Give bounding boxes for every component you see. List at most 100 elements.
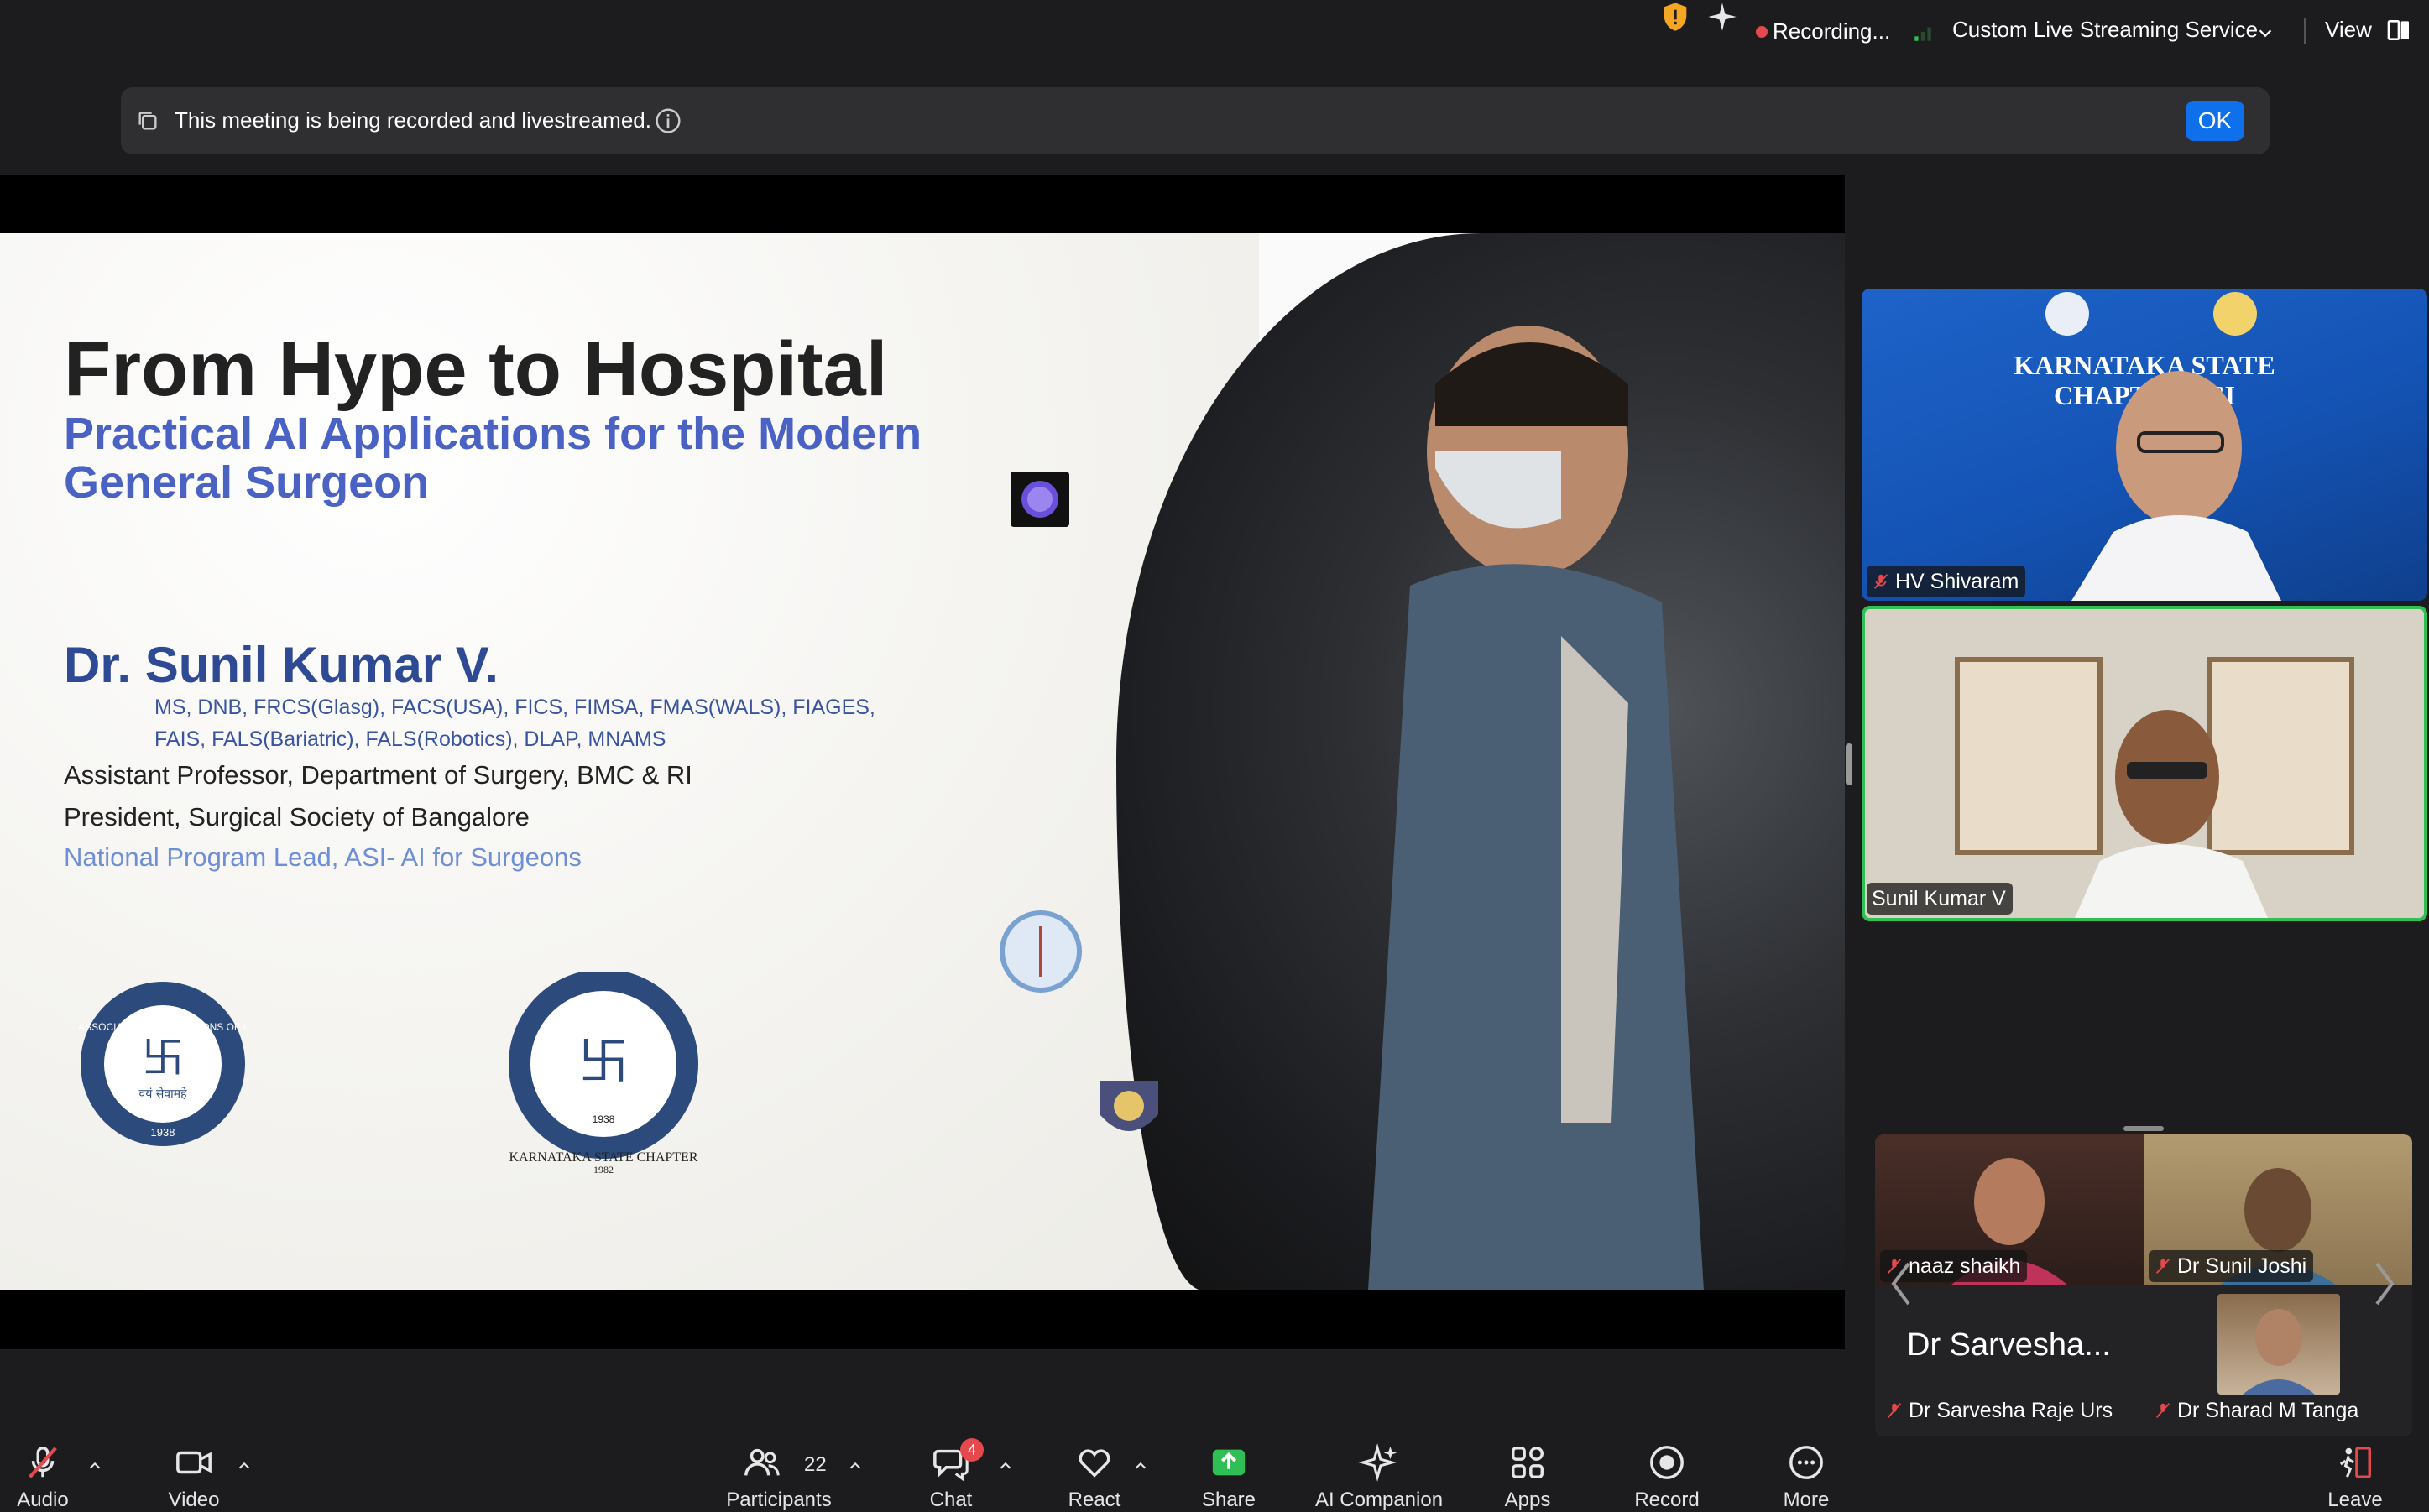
participant-avatar (2217, 1294, 2340, 1395)
participant-nametag: Dr Sharad M Tanga (2149, 1395, 2365, 1426)
participant-display-name: Dr Sarvesha... (1907, 1327, 2111, 1363)
chevron-up-icon[interactable] (996, 1457, 1015, 1475)
chevron-up-icon[interactable] (846, 1457, 865, 1475)
heart-icon (1079, 1449, 1110, 1478)
chevron-down-icon[interactable] (2256, 23, 2275, 42)
participant-nametag: Sunil Kumar V (1867, 883, 2013, 915)
participant-gallery-strip: naaz shaikh Dr Sunil Joshi Dr Sarvesha..… (1875, 1134, 2412, 1436)
ai-companion-icon (1358, 1443, 1397, 1482)
participant-nametag: HV Shivaram (1867, 566, 2026, 597)
orb-image (1011, 472, 1069, 527)
chevron-up-icon[interactable] (235, 1457, 253, 1475)
speaker-role-2: President, Surgical Society of Bangalore (64, 802, 530, 832)
chevron-up-icon[interactable] (86, 1457, 104, 1475)
asi-logo: THE ASSOCIATION OF SURGEONS OF INDIA 卐 व… (79, 982, 247, 1146)
apps-label: Apps (1504, 1489, 1551, 1511)
react-button[interactable]: React (1059, 1431, 1130, 1512)
chevron-left-icon[interactable] (1888, 1259, 1914, 1309)
ok-button[interactable]: OK (2186, 101, 2244, 141)
video-thumb-no-video[interactable]: Dr Sarvesha... Dr Sarvesha Raje Urs (1875, 1285, 2144, 1436)
participant-name: naaz shaikh (1909, 1254, 2021, 1278)
video-label: Video (168, 1489, 220, 1511)
recording-label[interactable]: Recording... (1773, 18, 1890, 44)
asi-karnataka-chapter: KARNATAKA STATE CHAPTER (509, 1150, 697, 1165)
participant-name: Sunil Kumar V (1872, 886, 2006, 910)
shared-screen[interactable]: From Hype to Hospital Practical AI Appli… (0, 175, 1845, 1349)
asi-karnataka-logo: 卐 1938 KARNATAKA STATE CHAPTER 1982 (509, 972, 698, 1173)
presentation-slide: From Hype to Hospital Practical AI Appli… (0, 233, 1845, 1290)
crest-logo (1100, 1081, 1158, 1131)
video-thumb[interactable]: naaz shaikh (1875, 1134, 2144, 1285)
more-label: More (1783, 1489, 1830, 1511)
svg-text:卐: 卐 (142, 1034, 184, 1082)
record-icon (1650, 1446, 1684, 1479)
video-button[interactable]: Video (159, 1431, 228, 1512)
info-icon[interactable] (655, 107, 682, 134)
ai-companion-label: AI Companion (1314, 1489, 1444, 1511)
share-label: Share (1201, 1489, 1256, 1511)
qualifications-line-1: MS, DNB, FRCS(Glasg), FACS(USA), FICS, F… (154, 696, 875, 719)
participants-label: Participants (726, 1489, 832, 1511)
audio-button[interactable]: Audio (8, 1431, 77, 1512)
more-button[interactable]: More (1771, 1431, 1841, 1512)
participant-name: HV Shivaram (1895, 569, 2019, 593)
recording-dot (1756, 26, 1768, 38)
leave-label: Leave (2327, 1489, 2383, 1511)
mic-off-icon (2155, 1403, 2170, 1418)
chat-unread-badge: 4 (960, 1438, 984, 1462)
slide-subtitle: Practical AI Applications for the Modern… (64, 409, 922, 508)
participant-video: KARNATAKA STATE CHAPTER ASI (2014, 292, 2281, 601)
more-icon (1789, 1446, 1823, 1479)
chevron-right-icon[interactable] (2372, 1259, 2397, 1309)
share-button[interactable]: Share (1194, 1431, 1264, 1512)
participants-count: 22 (804, 1453, 827, 1476)
svg-text:卐: 卐 (578, 1033, 629, 1092)
top-bar: Recording... Custom Live Streaming Servi… (0, 0, 2429, 64)
react-label: React (1068, 1489, 1121, 1511)
surgeon-silhouette (1368, 326, 1704, 1290)
view-layout-icon[interactable] (2385, 17, 2412, 44)
asi-logo-year: 1938 (151, 1126, 175, 1139)
participant-name: Dr Sharad M Tanga (2177, 1398, 2359, 1422)
share-screen-icon (1212, 1449, 1246, 1476)
chevron-up-icon[interactable] (1131, 1457, 1150, 1475)
mic-off-icon (29, 1447, 57, 1478)
ai-sparkle-icon[interactable] (1706, 0, 1739, 34)
view-button[interactable]: View (2325, 17, 2372, 43)
participants-icon (744, 1448, 780, 1476)
ai-companion-button[interactable]: AI Companion (1309, 1431, 1449, 1512)
video-tile-sunil-kumar-v[interactable]: Sunil Kumar V (1862, 606, 2427, 921)
leave-button[interactable]: Leave (2320, 1431, 2390, 1512)
leave-icon (2339, 1447, 2371, 1478)
asi-karnataka-year2: 1982 (593, 1164, 614, 1173)
recording-notice-text: This meeting is being recorded and lives… (175, 107, 651, 133)
chat-label: Chat (929, 1489, 973, 1511)
shield-icon[interactable] (1659, 0, 1692, 34)
copy-icon (138, 112, 157, 130)
mic-off-icon (2155, 1259, 2170, 1274)
audio-label: Audio (17, 1489, 69, 1511)
participant-video (1955, 657, 2354, 918)
livestream-service-label[interactable]: Custom Live Streaming Service (1952, 17, 2258, 43)
speaker-role-3: National Program Lead, ASI- AI for Surge… (64, 842, 582, 872)
surgeon-photo (1116, 233, 1845, 1290)
background-banner-line-1: KARNATAKA STATE (2014, 350, 2275, 380)
recording-notice-banner: This meeting is being recorded and lives… (121, 87, 2270, 154)
apps-icon (1512, 1447, 1544, 1478)
zoom-meeting-window: Recording... Custom Live Streaming Servi… (0, 0, 2429, 1512)
record-button[interactable]: Record (1628, 1431, 1706, 1512)
participant-name: Dr Sarvesha Raje Urs (1909, 1398, 2113, 1422)
video-tile-hv-shivaram[interactable]: KARNATAKA STATE CHAPTER ASI HV Shivaram (1862, 289, 2427, 601)
society-seal-logo (1000, 910, 1082, 993)
apps-button[interactable]: Apps (1494, 1431, 1561, 1512)
mic-off-icon (1873, 574, 1888, 589)
divider (2304, 18, 2306, 44)
speaker-name: Dr. Sunil Kumar V. (64, 637, 499, 693)
asi-logo-motto: वयं सेवामहे (138, 1087, 187, 1101)
asi-logo-text: THE ASSOCIATION OF SURGEONS OF INDIA (79, 1021, 247, 1033)
participant-nametag: Dr Sarvesha Raje Urs (1880, 1395, 2119, 1426)
panel-resize-handle[interactable] (1846, 743, 1852, 785)
meeting-toolbar: Audio Video Participants 22 Chat 4 React… (0, 1431, 2429, 1512)
strip-drag-handle[interactable] (2123, 1126, 2164, 1131)
slide-title: From Hype to Hospital (64, 326, 888, 412)
